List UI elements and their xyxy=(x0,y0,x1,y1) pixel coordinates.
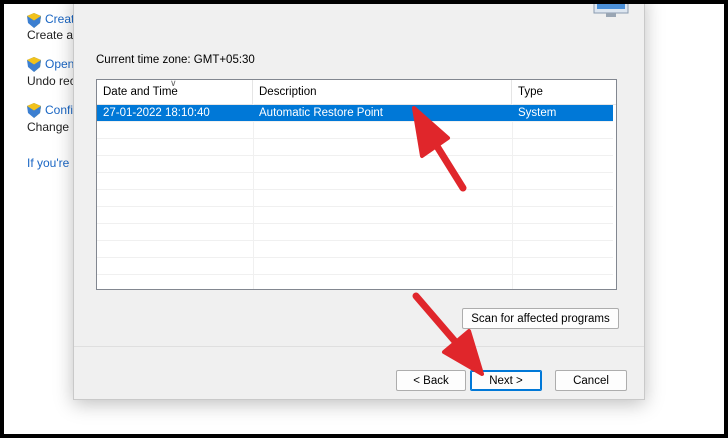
arrow-icon xyxy=(412,106,467,192)
screenshot-frame: Create Create a Open Undo rec Confi Chan… xyxy=(4,4,724,434)
annotation-arrows xyxy=(412,106,484,376)
arrow-icon xyxy=(412,292,484,376)
